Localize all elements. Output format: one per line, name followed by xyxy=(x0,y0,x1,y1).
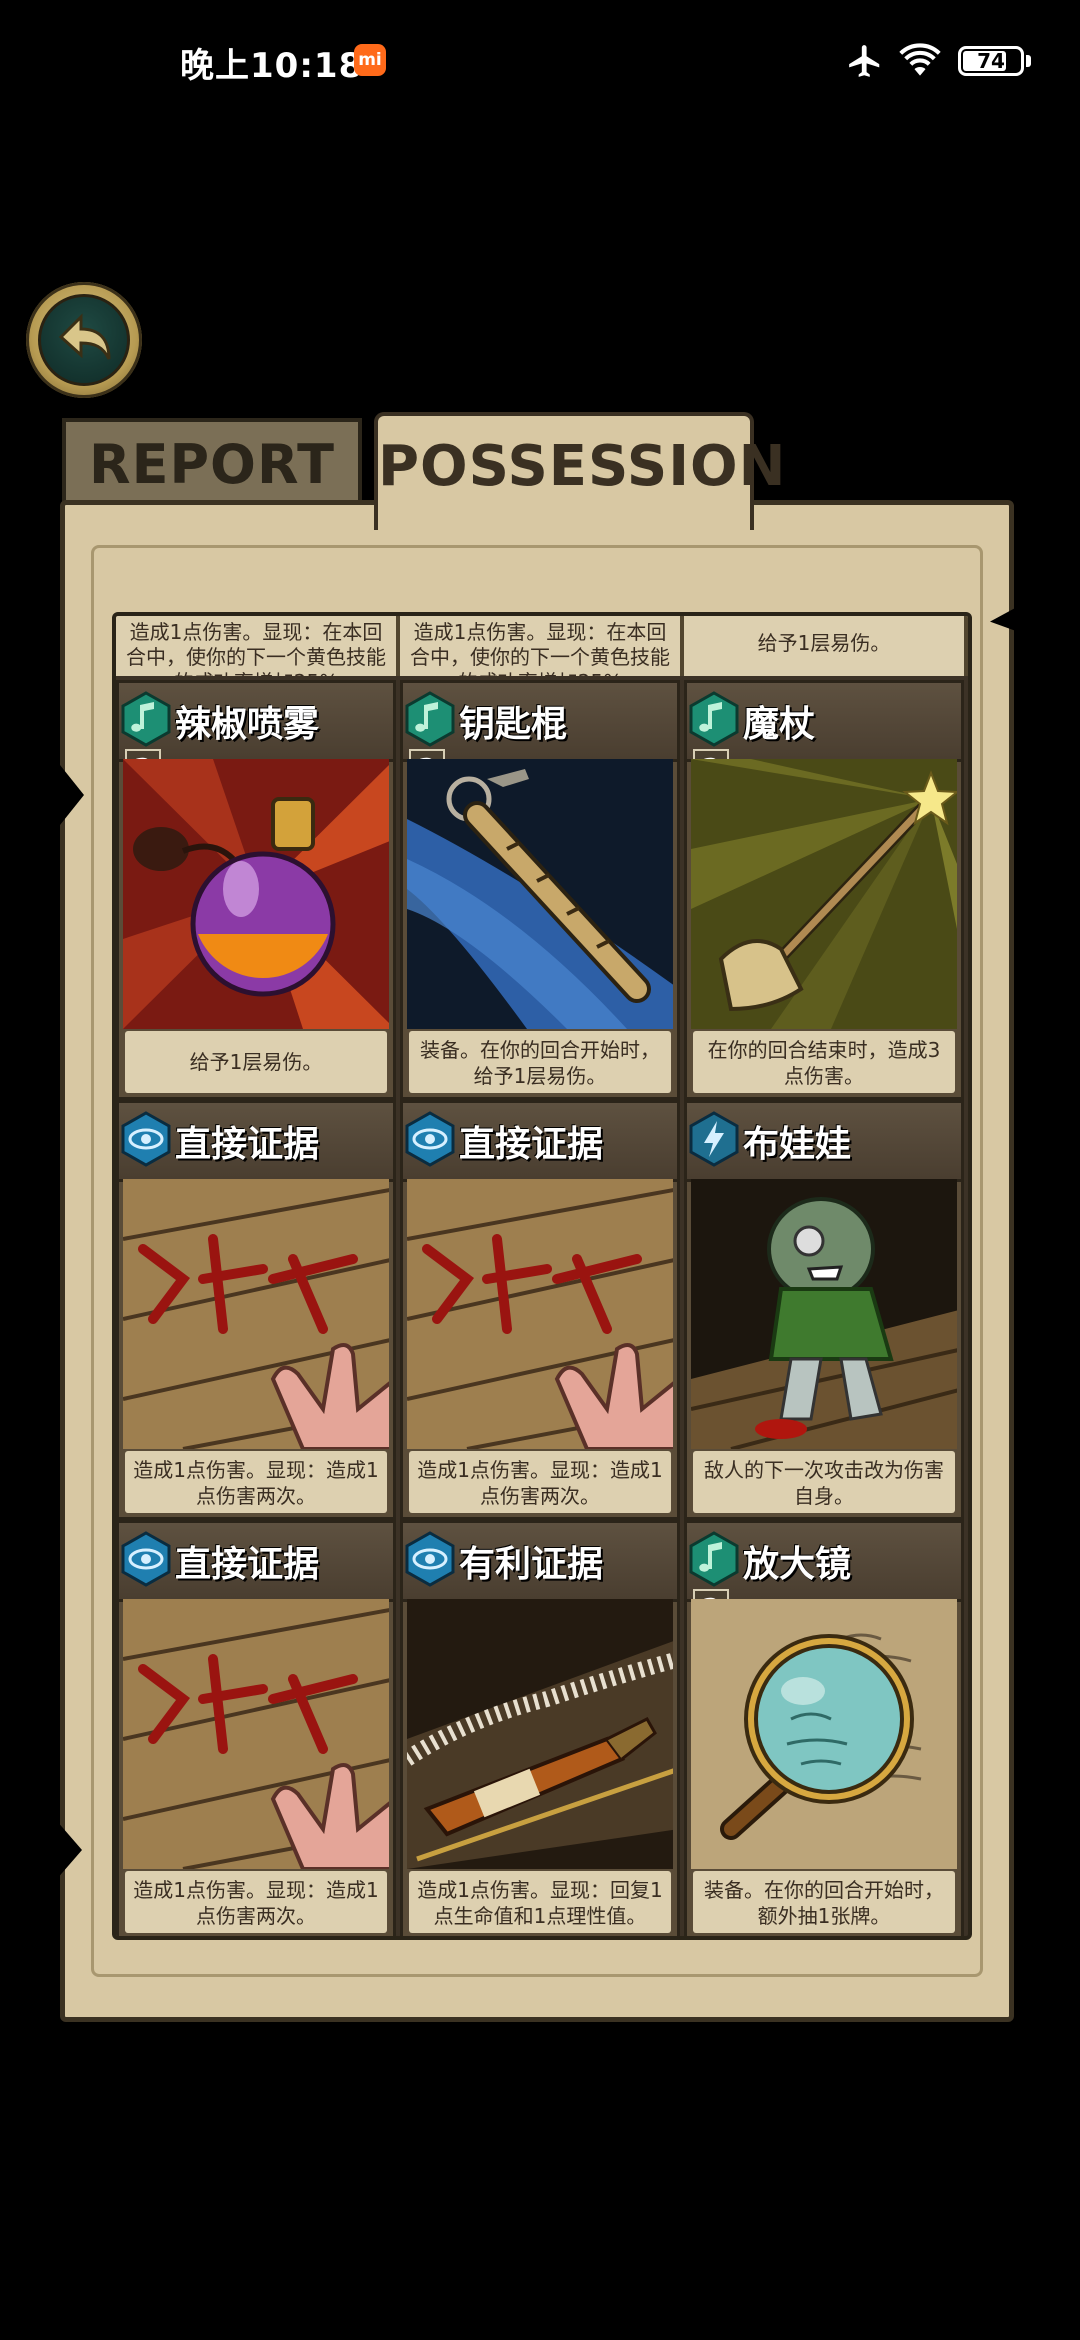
battery-nub xyxy=(1026,55,1031,67)
card-desc: 敌人的下一次攻击改为伤害自身。 xyxy=(693,1451,955,1513)
card[interactable]: 钥匙棍 2 装备。在你的回合开始时，给予1层易伤。 xyxy=(400,680,680,1100)
rag-doll-art xyxy=(691,1179,957,1449)
partial-card-desc-3: 给予1层易伤。 xyxy=(684,616,968,676)
card-desc: 给予1层易伤。 xyxy=(125,1031,387,1093)
card-desc: 装备。在你的回合开始时，给予1层易伤。 xyxy=(409,1031,671,1093)
lightning-gem-icon xyxy=(689,1111,739,1167)
bloody-floor-art xyxy=(123,1599,389,1869)
back-button-face xyxy=(38,294,130,386)
perfume-bottle-art xyxy=(123,759,389,1029)
card-grid[interactable]: 造成1点伤害。显现：在本回合中，使你的下一个黄色技能的成功率增加25% 造成1点… xyxy=(112,612,972,1940)
bloody-floor-art xyxy=(123,1179,389,1449)
battery-icon: 74 xyxy=(958,46,1024,76)
music-gem-icon xyxy=(689,1531,739,1587)
card-name: 魔杖 xyxy=(743,704,816,745)
eye-gem-icon xyxy=(405,1531,455,1587)
card-desc: 装备。在你的回合开始时，额外抽1张牌。 xyxy=(693,1871,955,1933)
tab-report[interactable]: REPORT xyxy=(62,418,362,502)
bloody-floor-art xyxy=(407,1179,673,1449)
card[interactable]: 直接证据 造成1点伤害。显现：造成1点伤害两次。 xyxy=(116,1100,396,1520)
card[interactable]: 放大镜 2 装备。在你的回合开始时，额外抽1张牌。 xyxy=(684,1520,964,1936)
magnifying-glass-art xyxy=(691,1599,957,1869)
tab-possession[interactable]: POSSESSION xyxy=(374,412,786,530)
card-name: 布娃娃 xyxy=(743,1124,852,1165)
card-name: 直接证据 xyxy=(175,1544,320,1585)
card-desc: 造成1点伤害。显现：造成1点伤害两次。 xyxy=(125,1451,387,1513)
battery-level: 74 xyxy=(977,49,1005,73)
back-arrow-icon xyxy=(58,313,111,360)
card-desc: 造成1点伤害。显现：造成1点伤害两次。 xyxy=(409,1451,671,1513)
card-desc: 造成1点伤害。显现：造成1点伤害两次。 xyxy=(125,1871,387,1933)
status-time: 晚上10:18 xyxy=(180,46,364,86)
eye-gem-icon xyxy=(121,1531,171,1587)
magic-wand-art xyxy=(691,759,957,1029)
key-baton-art xyxy=(407,759,673,1029)
bottle-evidence-art xyxy=(407,1599,673,1869)
partial-card-desc-1: 造成1点伤害。显现：在本回合中，使你的下一个黄色技能的成功率增加25% xyxy=(116,616,400,676)
card-name: 辣椒喷雾 xyxy=(175,704,320,745)
partial-card-desc-2: 造成1点伤害。显现：在本回合中，使你的下一个黄色技能的成功率增加25% xyxy=(400,616,684,676)
card[interactable]: 直接证据 造成1点伤害。显现：造成1点伤害两次。 xyxy=(116,1520,396,1936)
card-desc: 在你的回合结束时，造成3点伤害。 xyxy=(693,1031,955,1093)
card[interactable]: 布娃娃 敌人的下一次攻击改为伤害自身。 xyxy=(684,1100,964,1520)
card-name: 有利证据 xyxy=(459,1544,604,1585)
card[interactable]: 有利证据 造成1点伤害。显现：回复1点生命值和1点理性值。 xyxy=(400,1520,680,1936)
music-gem-icon xyxy=(689,691,739,747)
card-desc: 造成1点伤害。显现：回复1点生命值和1点理性值。 xyxy=(409,1871,671,1933)
card[interactable]: 辣椒喷雾 2 给予1层易伤。 xyxy=(116,680,396,1100)
card[interactable]: 直接证据 造成1点伤害。显现：造成1点伤害两次。 xyxy=(400,1100,680,1520)
card-name: 直接证据 xyxy=(459,1124,604,1165)
card[interactable]: 魔杖 2 在你的回合结束时，造成3点伤害。 xyxy=(684,680,964,1100)
music-gem-icon xyxy=(121,691,171,747)
eye-gem-icon xyxy=(405,1111,455,1167)
card-name: 直接证据 xyxy=(175,1124,320,1165)
card-name: 放大镜 xyxy=(743,1544,852,1585)
eye-gem-icon xyxy=(121,1111,171,1167)
airplane-mode-icon xyxy=(849,45,880,77)
card-name: 钥匙棍 xyxy=(459,704,568,745)
mi-badge: mi xyxy=(354,44,386,76)
back-button[interactable] xyxy=(26,282,142,398)
wifi-icon xyxy=(899,43,941,76)
music-gem-icon xyxy=(405,691,455,747)
